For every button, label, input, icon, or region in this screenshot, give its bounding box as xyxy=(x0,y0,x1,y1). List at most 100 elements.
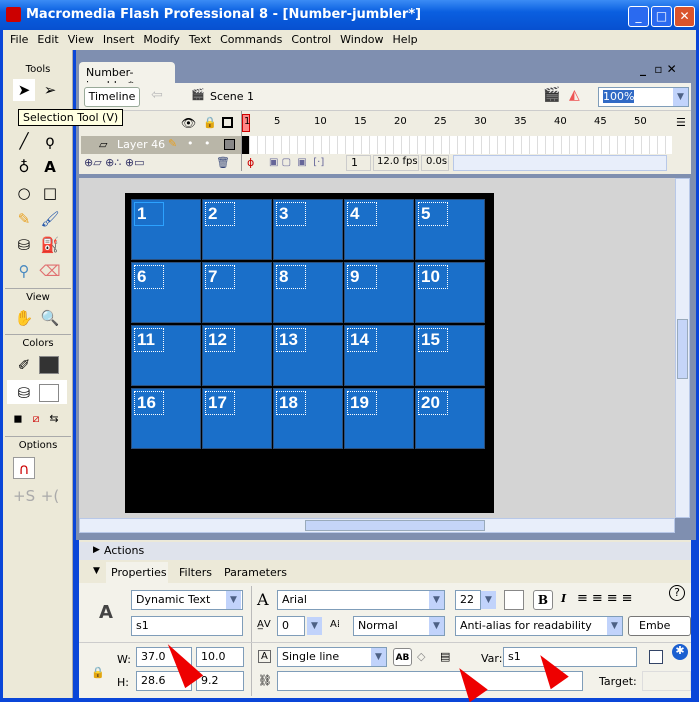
stage-vscrollbar[interactable] xyxy=(675,178,690,518)
zoom-tool-icon[interactable]: 🔍 xyxy=(39,307,61,329)
target-select[interactable] xyxy=(642,671,691,691)
layer-buttons[interactable]: ⊕▱ ⊕∴ ⊕▭ xyxy=(84,156,145,169)
close-button[interactable]: ✕ xyxy=(674,6,695,27)
lock-icon[interactable]: 🔒 xyxy=(203,116,217,129)
frame-row[interactable] xyxy=(242,136,672,154)
font-select[interactable]: Arial xyxy=(277,590,445,610)
embed-button[interactable]: Embe xyxy=(628,616,691,636)
grid-cell[interactable]: 16 xyxy=(131,388,201,449)
var-input[interactable]: s1 xyxy=(503,647,637,667)
dynamic-text-field[interactable]: 15 xyxy=(418,328,448,352)
grid-cell[interactable]: 20 xyxy=(415,388,485,449)
dynamic-text-field[interactable]: 6 xyxy=(134,265,164,289)
ink-bottle-tool-icon[interactable]: ⛁ xyxy=(13,234,35,256)
timeline-hscrollbar[interactable] xyxy=(453,155,667,171)
menu-edit[interactable]: Edit xyxy=(37,33,58,50)
layer-row[interactable]: ▱ Layer 46 ✎ • • xyxy=(81,136,241,154)
font-size-dropdown-icon[interactable]: ▼ xyxy=(481,591,496,609)
dynamic-text-field[interactable]: 13 xyxy=(276,328,306,352)
grid-cell[interactable]: 5 xyxy=(415,199,485,260)
grid-cell[interactable]: 3 xyxy=(273,199,343,260)
dynamic-text-field[interactable]: 5 xyxy=(418,202,448,226)
hand-tool-icon[interactable]: ✋ xyxy=(13,307,35,329)
instance-name-input[interactable]: s1 xyxy=(131,616,243,636)
tab-properties[interactable]: Properties xyxy=(106,562,168,583)
menu-help[interactable]: Help xyxy=(393,33,418,50)
outline-icon[interactable] xyxy=(222,117,233,128)
grid-cell[interactable]: 18 xyxy=(273,388,343,449)
menu-control[interactable]: Control xyxy=(291,33,331,50)
menu-commands[interactable]: Commands xyxy=(220,33,282,50)
onion-skin-icons[interactable]: ▣ ▢ ▣ [·] xyxy=(269,157,324,168)
anti-alias-select[interactable]: Anti-alias for readability xyxy=(455,616,623,636)
dynamic-text-field[interactable]: 4 xyxy=(347,202,377,226)
menu-file[interactable]: File xyxy=(10,33,28,50)
letter-spacing-dropdown-icon[interactable]: ▼ xyxy=(307,617,322,635)
eraser-tool-icon[interactable]: ⌫ xyxy=(39,260,61,282)
edit-symbols-icon[interactable]: ◭ xyxy=(569,87,580,103)
lasso-tool-icon[interactable]: ϙ xyxy=(39,130,61,152)
dynamic-text-field[interactable]: 2 xyxy=(205,202,235,226)
dynamic-text-field[interactable]: 7 xyxy=(205,265,235,289)
auto-kern-checkbox[interactable] xyxy=(649,650,663,664)
edit-scene-icon[interactable]: 🎬 xyxy=(543,87,560,103)
frame-rate[interactable]: 12.0 fps xyxy=(373,155,419,171)
line-tool-icon[interactable]: ╱ xyxy=(13,130,35,152)
stage-hscrollbar[interactable] xyxy=(79,518,675,533)
paint-bucket-tool-icon[interactable]: ⛽ xyxy=(39,234,61,256)
dynamic-text-field[interactable]: 11 xyxy=(134,328,164,352)
dynamic-text-field[interactable]: 8 xyxy=(276,265,306,289)
back-arrow-icon[interactable]: ⇦ xyxy=(151,87,163,103)
accessibility-icon[interactable]: ✱ xyxy=(672,644,688,660)
grid-cell[interactable]: 4 xyxy=(344,199,414,260)
bold-button[interactable]: B xyxy=(533,590,553,610)
pencil-tool-icon[interactable]: ✎ xyxy=(13,208,35,230)
grid-cell[interactable]: 8 xyxy=(273,262,343,323)
url-link-input[interactable] xyxy=(277,671,583,691)
zoom-dropdown-icon[interactable]: ▼ xyxy=(673,88,688,106)
selectable-button[interactable]: AB xyxy=(393,648,412,666)
menu-window[interactable]: Window xyxy=(340,33,383,50)
dynamic-text-field[interactable]: 19 xyxy=(347,391,377,415)
grid-cell[interactable]: 1 xyxy=(131,199,201,260)
timeline-menu-icon[interactable]: ☰ xyxy=(676,116,686,129)
oval-tool-icon[interactable]: ○ xyxy=(13,182,35,204)
maximize-button[interactable]: □ xyxy=(651,6,672,27)
menu-view[interactable]: View xyxy=(68,33,94,50)
center-frame-icon[interactable]: ϕ xyxy=(247,156,254,169)
grid-cell[interactable]: 6 xyxy=(131,262,201,323)
grid-cell[interactable]: 12 xyxy=(202,325,272,386)
snap-to-objects-icon[interactable]: ∩ xyxy=(13,457,35,479)
grid-cell[interactable]: 19 xyxy=(344,388,414,449)
align-buttons[interactable]: ≡≡≡≡ xyxy=(577,591,637,606)
dynamic-text-field[interactable]: 1 xyxy=(134,202,164,226)
lock-ratio-icon[interactable]: 🔒 xyxy=(91,666,105,679)
eye-icon[interactable]: 👁 xyxy=(181,116,196,130)
dynamic-text-field[interactable]: 10 xyxy=(418,265,448,289)
html-icon[interactable]: ◇ xyxy=(417,650,425,663)
eyedropper-tool-icon[interactable]: ⚲ xyxy=(13,260,35,282)
grid-cell[interactable]: 13 xyxy=(273,325,343,386)
document-tab[interactable]: Number-jumbler* xyxy=(79,62,175,92)
grid-cell[interactable]: 11 xyxy=(131,325,201,386)
dynamic-text-field[interactable]: 14 xyxy=(347,328,377,352)
doc-window-controls[interactable]: _ ▫ ✕ xyxy=(640,62,677,76)
baseline-dropdown-icon[interactable]: ▼ xyxy=(429,617,444,635)
collapse-icon[interactable]: ▼ xyxy=(93,566,100,576)
tab-filters[interactable]: Filters xyxy=(179,566,212,579)
dynamic-text-field[interactable]: 16 xyxy=(134,391,164,415)
grid-cell[interactable]: 17 xyxy=(202,388,272,449)
minimize-button[interactable]: _ xyxy=(628,6,649,27)
line-type-dropdown-icon[interactable]: ▼ xyxy=(371,648,386,666)
menu-modify[interactable]: Modify xyxy=(143,33,179,50)
dynamic-text-field[interactable]: 3 xyxy=(276,202,306,226)
smooth-icon[interactable]: +S xyxy=(13,485,35,507)
straighten-icon[interactable]: +( xyxy=(39,485,61,507)
border-icon[interactable]: ▤ xyxy=(440,650,450,663)
font-size-input[interactable]: 22 xyxy=(455,590,481,610)
subselection-tool-icon[interactable]: ➢ xyxy=(39,79,61,101)
menu-text[interactable]: Text xyxy=(189,33,211,50)
brush-tool-icon[interactable]: 🖌 xyxy=(39,208,61,230)
dynamic-text-field[interactable]: 9 xyxy=(347,265,377,289)
swap-colors-icon[interactable]: ⇆ xyxy=(43,408,65,430)
